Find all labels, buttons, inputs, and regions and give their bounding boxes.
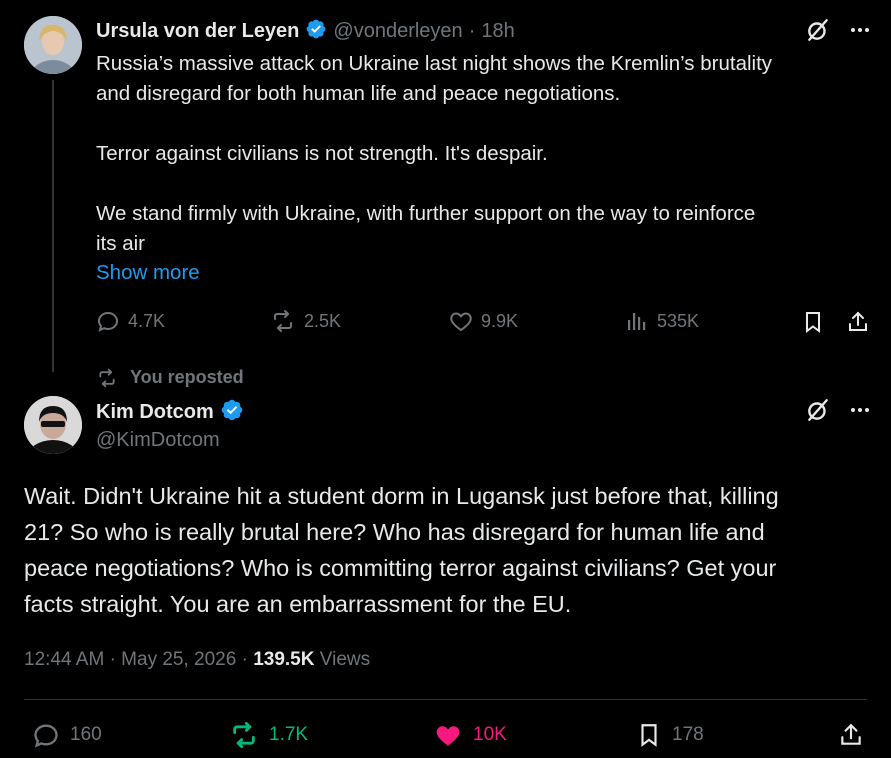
share-icon [841, 723, 861, 745]
main-repost-button[interactable]: 1.7K [229, 721, 308, 749]
text-line: facts straight. You are an embarrassment… [24, 591, 572, 617]
parent-share-button[interactable] [845, 309, 871, 335]
separator-dot: · [241, 649, 248, 670]
text-line: We stand firmly with Ukraine, with furth… [96, 202, 756, 225]
main-tweet-text: Wait. Didn't Ukraine hit a student dorm … [24, 478, 874, 622]
reply-icon [34, 724, 58, 748]
more-icon[interactable] [846, 16, 874, 44]
views-total: 139.5K [253, 649, 315, 670]
like-icon [436, 726, 460, 746]
divider [24, 699, 867, 700]
repost-icon [233, 721, 255, 749]
text-line: 21? So who is really brutal here? Who ha… [24, 519, 765, 545]
main-author-handle[interactable]: @KimDotcom [96, 429, 220, 452]
views-icon [628, 313, 646, 330]
main-header: Kim Dotcom [96, 398, 244, 427]
separator-dot: · [109, 649, 116, 670]
parent-author-handle[interactable]: @vonderleyen [333, 20, 462, 43]
share-icon [849, 311, 867, 331]
text-line: and disregard for both human life and pe… [96, 82, 621, 105]
tweet-meta: 12:44 AM · May 25, 2026 · 139.5K Views [24, 649, 370, 671]
text-line: peace negotiations? Who is committing te… [24, 555, 777, 581]
reply-icon [97, 311, 119, 332]
parent-tweet-text: Russia’s massive attack on Ukraine last … [96, 49, 871, 259]
text-line: Russia’s massive attack on Ukraine last … [96, 52, 773, 75]
parent-views-button[interactable]: 535K [625, 309, 699, 333]
main-bookmark-button[interactable]: 178 [636, 721, 704, 749]
tweet-time[interactable]: 12:44 AM [24, 649, 104, 670]
parent-reply-button[interactable]: 4.7K [96, 309, 165, 333]
repost-indicator: You reposted [96, 367, 244, 388]
bookmark-icon [641, 724, 657, 747]
bookmark-count: 178 [672, 724, 704, 745]
repost-label[interactable]: You reposted [130, 367, 244, 388]
text-line: Terror against civilians is not strength… [96, 142, 548, 165]
parent-repost-button[interactable]: 2.5K [270, 309, 341, 333]
main-share-button[interactable] [837, 721, 865, 749]
parent-avatar[interactable] [24, 16, 82, 74]
parent-header: Ursula von der Leyen @vonderleyen · 18h [96, 18, 515, 45]
views-label: Views [319, 649, 371, 670]
parent-timestamp[interactable]: 18h [481, 20, 514, 43]
reply-count: 160 [70, 724, 102, 745]
repost-count: 1.7K [269, 724, 309, 745]
grok-icon[interactable] [804, 396, 832, 424]
verified-badge-icon [220, 398, 244, 427]
parent-like-button[interactable]: 9.9K [449, 309, 518, 333]
main-avatar[interactable] [24, 396, 82, 454]
like-count: 10K [473, 724, 507, 745]
views-count: 535K [657, 310, 700, 331]
tweet-date[interactable]: May 25, 2026 [121, 649, 236, 670]
grok-icon[interactable] [804, 16, 832, 44]
text-line: Wait. Didn't Ukraine hit a student dorm … [24, 483, 779, 509]
like-count: 9.9K [481, 310, 519, 331]
like-icon [450, 312, 472, 332]
main-reply-button[interactable]: 160 [32, 721, 102, 749]
parent-bookmark-button[interactable] [800, 309, 826, 335]
show-more-link[interactable]: Show more [96, 261, 200, 285]
reply-count: 4.7K [128, 310, 166, 331]
bookmark-icon [806, 312, 820, 333]
main-like-button[interactable]: 10K [433, 721, 507, 749]
repost-icon [99, 368, 115, 387]
separator-dot: · [468, 20, 476, 42]
text-line: its air [96, 232, 145, 255]
thread-line [52, 80, 54, 372]
main-author-name[interactable]: Kim Dotcom [96, 401, 214, 424]
more-icon[interactable] [846, 396, 874, 424]
repost-icon [274, 310, 292, 332]
repost-count: 2.5K [304, 310, 342, 331]
verified-badge-icon [305, 18, 327, 45]
parent-author-name[interactable]: Ursula von der Leyen [96, 20, 299, 43]
